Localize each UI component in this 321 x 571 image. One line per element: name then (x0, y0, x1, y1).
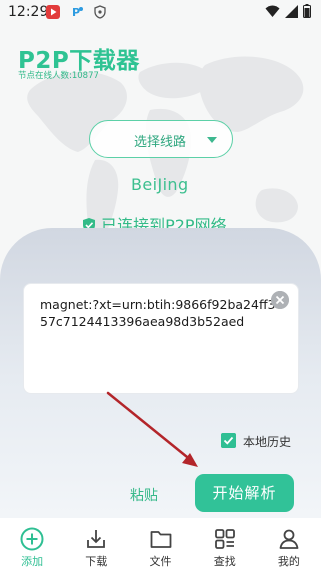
p-app-icon: P (72, 6, 83, 19)
shield-icon (94, 5, 106, 19)
wifi-icon (265, 5, 280, 17)
status-right-icons (265, 4, 311, 18)
add-circle-icon (20, 527, 44, 551)
nav-label-download: 下载 (85, 555, 108, 568)
paste-button[interactable]: 粘贴 (130, 485, 158, 505)
current-city: BeiJing (131, 175, 189, 194)
nav-label-add: 添加 (21, 555, 44, 568)
nav-item-profile[interactable]: 我的 (257, 518, 321, 571)
status-app-icons: P (46, 5, 106, 19)
signal-icon (285, 4, 298, 18)
online-nodes-count: 节点在线人数:10877 (18, 71, 99, 81)
profile-icon (279, 529, 299, 549)
local-history-checkbox[interactable] (221, 433, 236, 448)
status-time: 12:29 (8, 4, 49, 20)
caret-down-icon (207, 137, 217, 143)
bottom-nav: 添加 下载 文件 查找 我的 (0, 518, 321, 571)
svg-text:P: P (72, 6, 80, 19)
start-parse-button[interactable]: 开始解析 (195, 474, 294, 512)
grid-search-icon (214, 529, 235, 549)
nav-item-search[interactable]: 查找 (193, 518, 257, 571)
download-icon (87, 530, 106, 548)
route-select-label: 选择线路 (134, 135, 187, 150)
local-history-label[interactable]: 本地历史 (243, 433, 291, 450)
nav-item-download[interactable]: 下载 (64, 518, 128, 571)
video-app-icon (46, 5, 60, 19)
battery-icon (303, 4, 311, 18)
folder-icon (150, 531, 171, 548)
nav-label-files: 文件 (149, 555, 172, 568)
magnet-input-value[interactable]: magnet:?xt=urn:btih:9866f92ba24ff357c712… (40, 296, 278, 330)
nav-item-add[interactable]: 添加 (0, 518, 64, 571)
clear-input-icon[interactable] (271, 291, 289, 309)
nav-label-profile: 我的 (277, 555, 300, 568)
annotation-arrow (106, 391, 198, 467)
nav-label-search: 查找 (213, 555, 236, 568)
nav-item-files[interactable]: 文件 (128, 518, 192, 571)
